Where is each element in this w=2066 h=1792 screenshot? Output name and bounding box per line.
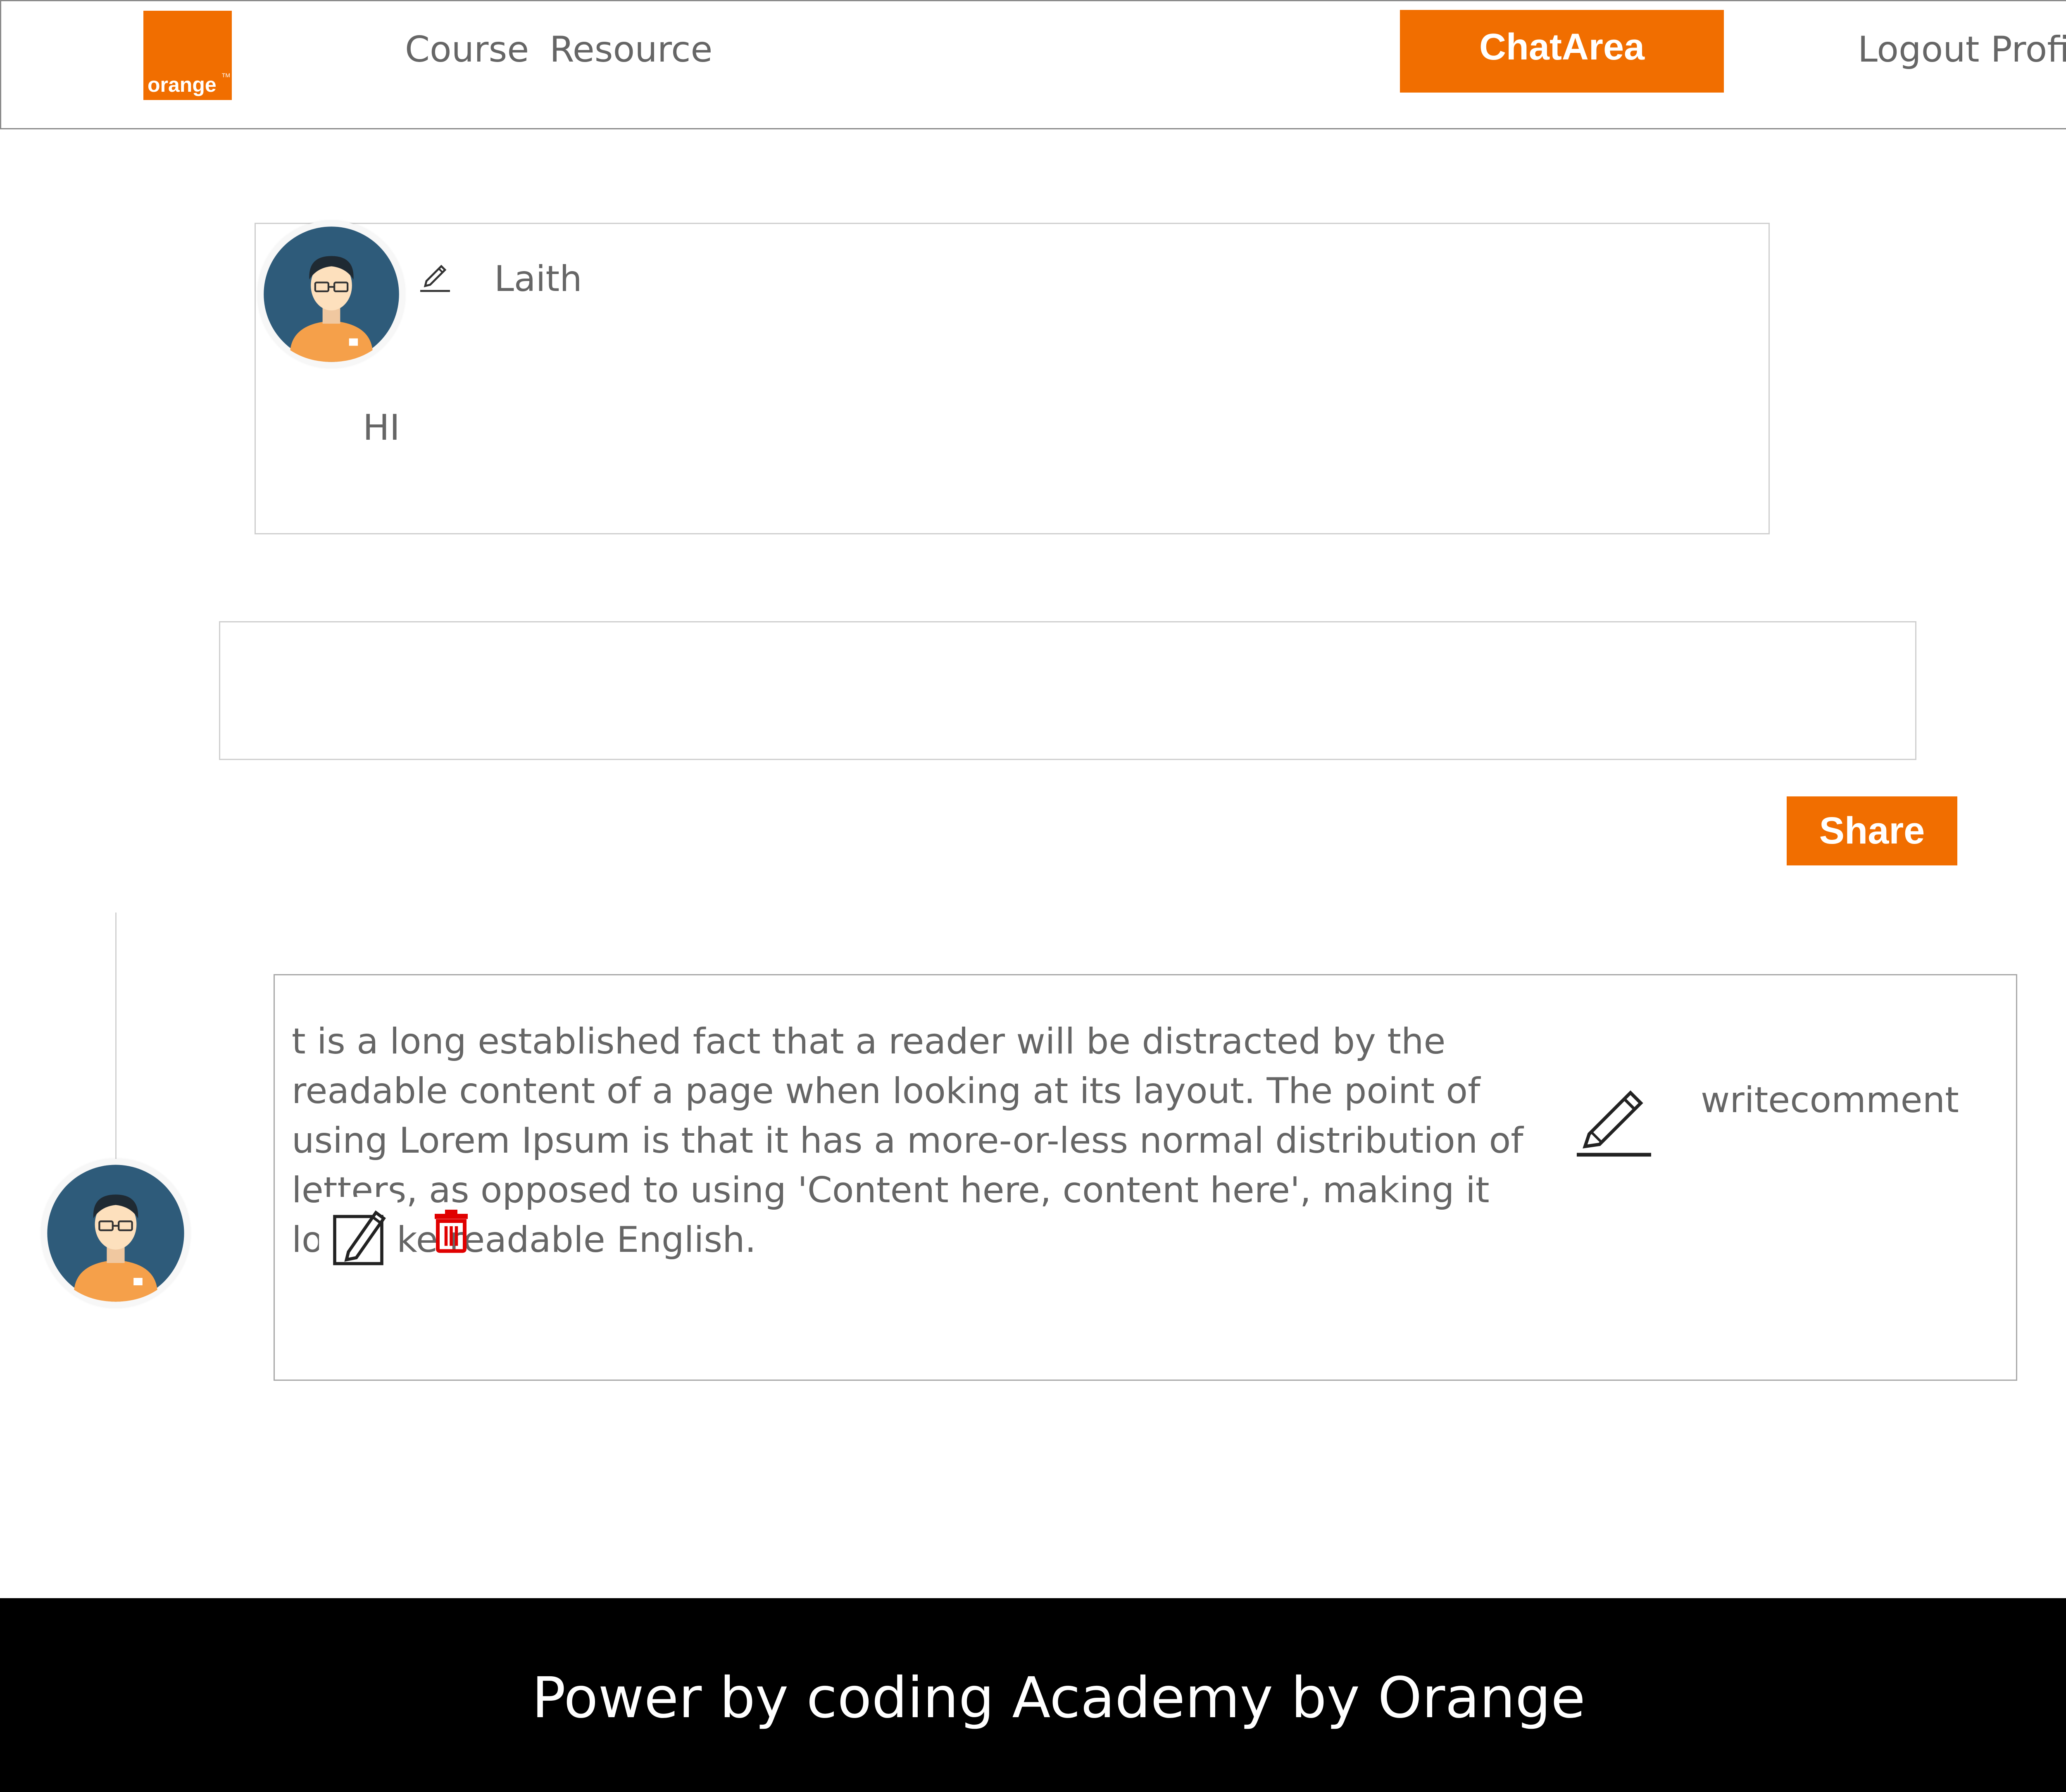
edit-comment-icon[interactable] [319, 1197, 397, 1275]
nav-course-link[interactable]: Course [405, 29, 529, 70]
write-comment-label[interactable]: writecomment [1701, 1079, 1959, 1121]
logo-text: orange [148, 73, 217, 96]
top-navbar [0, 0, 2066, 129]
nav-resource-link[interactable]: Resource [550, 29, 712, 70]
share-button[interactable]: Share [1787, 796, 1957, 865]
post-card [255, 223, 1770, 534]
logo-trademark: TM [221, 72, 230, 79]
post-author-name: Laith [494, 258, 582, 300]
chat-area-button[interactable]: ChatArea [1400, 10, 1724, 93]
orange-logo[interactable]: orange TM [143, 11, 232, 100]
post-author-avatar [258, 221, 405, 368]
post-message: HI [363, 407, 400, 448]
footer-text: Power by coding Academy by Orange [532, 1666, 1585, 1731]
delete-comment-trash-icon[interactable] [431, 1208, 472, 1253]
write-comment-pencil-icon[interactable] [1573, 1076, 1655, 1159]
logout-profile-links[interactable]: Logout Profile [1858, 29, 2066, 70]
comment-text: t is a long established fact that a read… [292, 1021, 1523, 1261]
edit-post-pencil-icon[interactable] [417, 256, 454, 293]
commenter-avatar [41, 1159, 190, 1308]
comment-input[interactable] [219, 621, 1916, 760]
thread-line [115, 913, 117, 1161]
